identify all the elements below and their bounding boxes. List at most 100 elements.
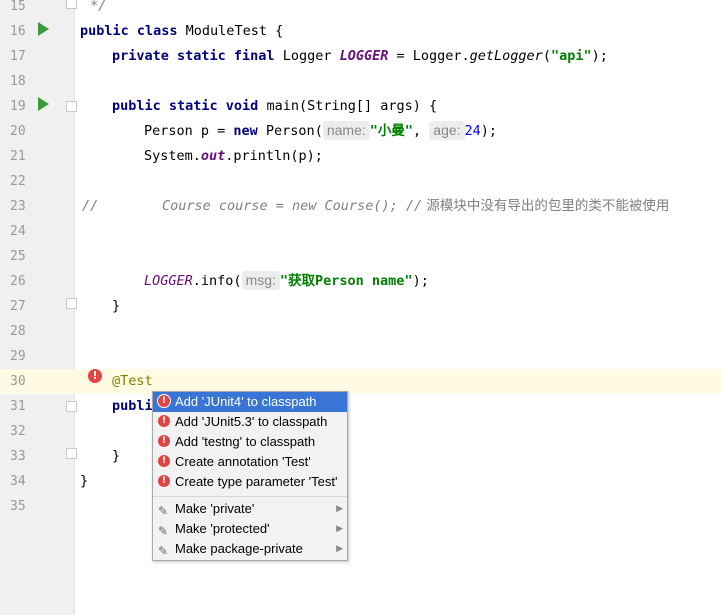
- intention-create-type-parameter[interactable]: ! Create type parameter 'Test': [153, 472, 347, 492]
- line-number: 27: [10, 299, 26, 314]
- error-icon: !: [158, 455, 170, 467]
- code-line[interactable]: 27 }: [0, 294, 721, 319]
- comment-code-text: Course course = new Course(); //: [162, 198, 423, 214]
- code-line[interactable]: 31 publi: [0, 394, 721, 419]
- code-line[interactable]: 24: [0, 219, 721, 244]
- code-line[interactable]: 28: [0, 319, 721, 344]
- logger-declaration: private static final Logger LOGGER = Log…: [112, 44, 608, 69]
- fold-icon[interactable]: [66, 401, 77, 412]
- code-text: System.: [144, 148, 201, 164]
- keyword: public static void: [112, 98, 267, 114]
- number-literal: 24: [464, 123, 481, 139]
- comment-text: */: [90, 0, 107, 14]
- code-line[interactable]: 23 // Course course = new Course(); // 源…: [0, 194, 721, 219]
- type-name: Logger: [282, 48, 340, 64]
- code-text: );: [412, 273, 429, 289]
- class-declaration: public class ModuleTest {: [80, 19, 283, 44]
- run-icon[interactable]: [38, 97, 49, 111]
- line-number: 29: [10, 349, 26, 364]
- code-text: Person(: [265, 123, 323, 139]
- fix-icon: ✎: [158, 544, 169, 558]
- string-literal: "获取Person name": [279, 273, 413, 289]
- code-line[interactable]: 18: [0, 69, 721, 94]
- line-number: 21: [10, 149, 26, 164]
- line-number: 28: [10, 324, 26, 339]
- fold-icon[interactable]: [66, 448, 77, 459]
- current-code-line[interactable]: 30 @Test: [0, 369, 721, 394]
- intention-make-package-private[interactable]: ✎ Make package-private ▶: [153, 539, 347, 559]
- keyword: new: [233, 123, 266, 139]
- code-line[interactable]: 29: [0, 344, 721, 369]
- error-icon: !: [158, 435, 170, 447]
- parameter-hint: name:: [322, 121, 370, 140]
- code-line[interactable]: 35: [0, 494, 721, 519]
- parameter-hint: msg:: [241, 271, 280, 290]
- assignment: = Logger.: [388, 48, 470, 64]
- code-line[interactable]: 17 private static final Logger LOGGER = …: [0, 44, 721, 69]
- paren-open: (: [542, 48, 551, 64]
- code-text: .info(: [192, 273, 242, 289]
- fold-icon[interactable]: [66, 101, 77, 112]
- closing-brace: }: [112, 448, 121, 464]
- line-number: 35: [10, 499, 26, 514]
- fold-icon[interactable]: [66, 0, 77, 9]
- static-field: out: [200, 148, 226, 164]
- person-statement: Person p = new Person(name: "小曼", age: 24)…: [144, 119, 497, 144]
- intention-create-annotation[interactable]: ! Create annotation 'Test': [153, 452, 347, 472]
- line-number: 18: [10, 74, 26, 89]
- code-line[interactable]: 26 LOGGER.info(msg: "获取Person name");: [0, 269, 721, 294]
- code-line[interactable]: 34 }: [0, 469, 721, 494]
- code-line[interactable]: 15 */: [0, 0, 721, 19]
- code-line[interactable]: 16 public class ModuleTest {: [0, 19, 721, 44]
- intention-make-private[interactable]: ✎ Make 'private' ▶: [153, 499, 347, 519]
- paren-close: );: [591, 48, 608, 64]
- error-icon: !: [158, 395, 170, 407]
- println-statement: System.out.println(p);: [144, 144, 323, 169]
- intention-make-protected[interactable]: ✎ Make 'protected' ▶: [153, 519, 347, 539]
- code-text: );: [480, 123, 498, 139]
- class-name: ModuleTest {: [185, 23, 284, 39]
- submenu-arrow-icon: ▶: [336, 504, 343, 514]
- intention-label: Make package-private: [175, 541, 303, 556]
- submenu-arrow-icon: ▶: [336, 524, 343, 534]
- line-number: 15: [10, 0, 26, 14]
- code-line[interactable]: 20 Person p = new Person(name: "小曼", age:…: [0, 119, 721, 144]
- string-literal: "小曼": [369, 123, 414, 139]
- string-literal: "api": [550, 48, 592, 64]
- line-number: 31: [10, 399, 26, 414]
- intention-label: Add 'JUnit4' to classpath: [175, 394, 317, 409]
- quick-fix-popup: ! Add 'JUnit4' to classpath ! Add 'JUnit…: [152, 391, 348, 561]
- logger-info-statement: LOGGER.info(msg: "获取Person name");: [144, 269, 429, 294]
- parameter-hint: age:: [429, 121, 465, 140]
- code-text: .println(p);: [225, 148, 323, 164]
- comment-text: 源模块中没有导出的包里的类不能被使用: [422, 198, 670, 214]
- keyword: publi: [112, 398, 153, 414]
- line-number: 20: [10, 124, 26, 139]
- popup-separator: [153, 496, 347, 497]
- code-line[interactable]: 32: [0, 419, 721, 444]
- code-line[interactable]: 21 System.out.println(p);: [0, 144, 721, 169]
- code-line[interactable]: 33 }: [0, 444, 721, 469]
- run-icon[interactable]: [38, 22, 49, 36]
- line-number: 16: [10, 24, 26, 39]
- closing-brace: }: [112, 298, 121, 314]
- line-number: 23: [10, 199, 26, 214]
- intention-add-junit4[interactable]: ! Add 'JUnit4' to classpath: [153, 392, 347, 412]
- intention-label: Add 'JUnit5.3' to classpath: [175, 414, 328, 429]
- line-number: 22: [10, 174, 26, 189]
- intention-add-junit5[interactable]: ! Add 'JUnit5.3' to classpath: [153, 412, 347, 432]
- fold-icon[interactable]: [66, 298, 77, 309]
- code-text: Person p =: [144, 123, 234, 139]
- code-line[interactable]: 25: [0, 244, 721, 269]
- code-line[interactable]: 22: [0, 169, 721, 194]
- keyword: private static final: [112, 48, 283, 64]
- code-line[interactable]: 19 public static void main(String[] args…: [0, 94, 721, 119]
- method-call: getLogger: [469, 48, 543, 64]
- main-declaration: public static void main(String[] args) {: [112, 94, 437, 119]
- intention-add-testng[interactable]: ! Add 'testng' to classpath: [153, 432, 347, 452]
- fix-icon: ✎: [158, 524, 169, 538]
- keyword: public class: [80, 23, 186, 39]
- line-number: 30: [10, 374, 26, 389]
- static-field: LOGGER: [144, 273, 193, 289]
- quick-fix-bulb-icon[interactable]: !: [88, 369, 102, 383]
